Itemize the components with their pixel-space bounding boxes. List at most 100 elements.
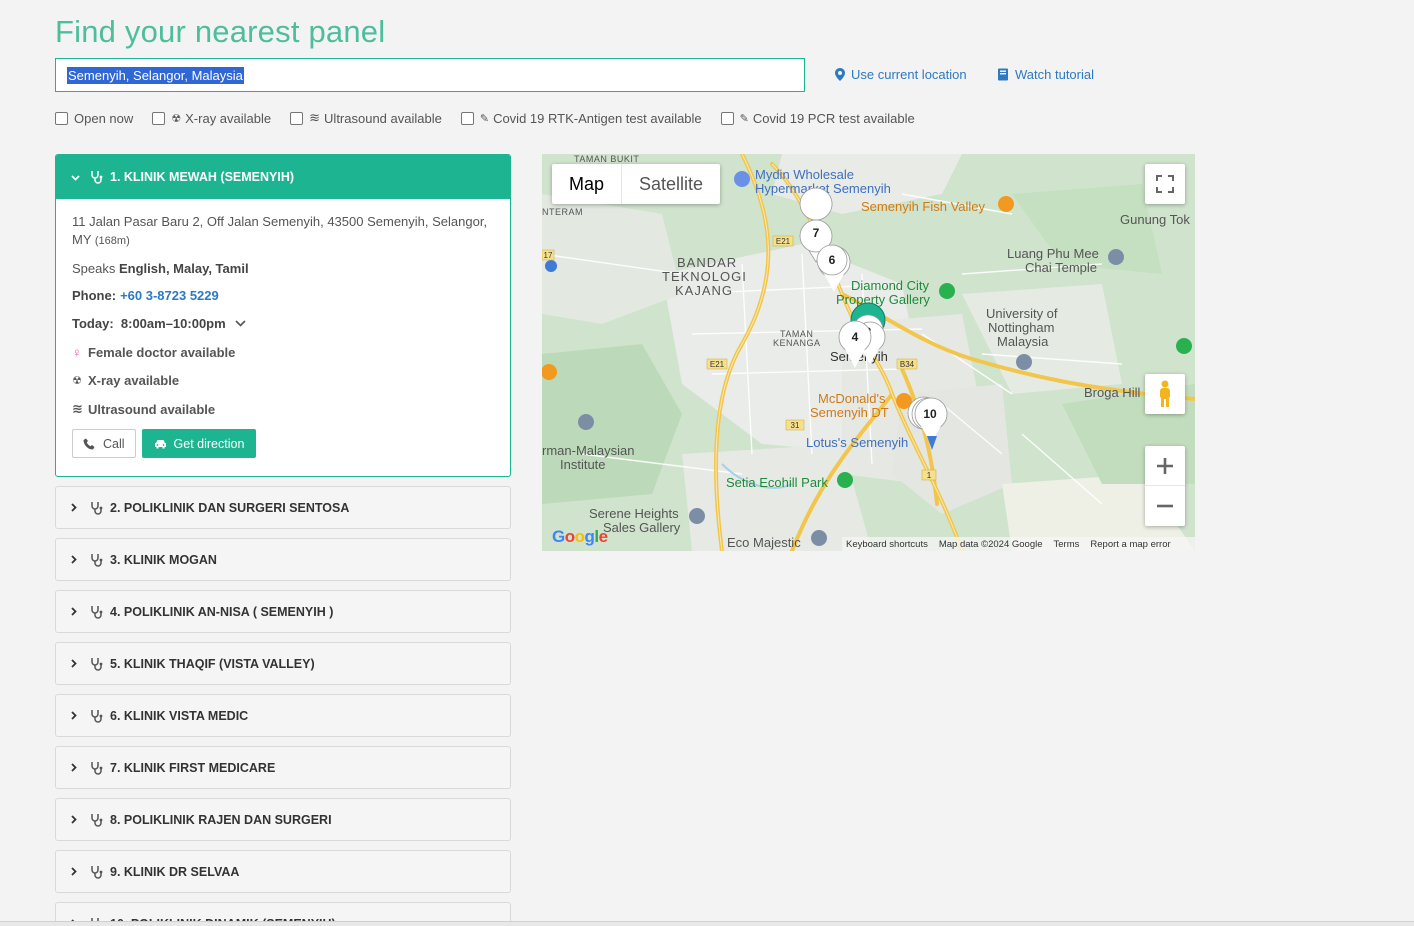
report-map-error-link[interactable]: Report a map error (1090, 539, 1170, 550)
feature-female-doctor: ♀ Female doctor available (72, 345, 494, 360)
map-label: NTERAM (542, 207, 583, 217)
clinic-panel[interactable]: 5. KLINIK THAQIF (VISTA VALLEY) (55, 642, 511, 685)
clinic-panel-header[interactable]: 1. KLINIK MEWAH (SEMENYIH) (56, 155, 510, 199)
chevron-down-icon[interactable] (235, 320, 246, 327)
map-label: Luang Phu Mee (1007, 246, 1099, 261)
page-title: Find your nearest panel (55, 14, 386, 49)
road-label: E21 (710, 360, 725, 369)
map-label: TAMAN BUKIT (574, 154, 639, 164)
car-icon (154, 439, 166, 448)
clinic-panel[interactable]: 3. KLINIK MOGAN (55, 538, 511, 581)
phone-label: Phone: (72, 288, 117, 303)
clinic-name: 9. KLINIK DR SELVAA (110, 864, 240, 879)
clinic-details: 11 Jalan Pasar Baru 2, Off Jalan Semenyi… (56, 199, 510, 458)
clinic-name: 3. KLINIK MOGAN (110, 552, 217, 567)
gallery-poi-icon (689, 508, 705, 524)
stethoscope-icon (89, 709, 103, 723)
clinic-actions: Call Get direction (72, 429, 494, 458)
map-marker-label: 7 (813, 226, 820, 240)
restaurant-poi-icon (998, 196, 1014, 212)
filter-rtk-antigen[interactable]: ✎ Covid 19 RTK-Antigen test available (460, 111, 702, 126)
map-canvas[interactable]: E21 E21 B34 31 1 17 TAMAN BUKIT Mydin Wh… (542, 154, 1195, 551)
map-footer: Keyboard shortcuts Map data ©2024 Google… (842, 537, 1195, 551)
feature-ultrasound: ≋ Ultrasound available (72, 401, 494, 417)
map-label: Lotus's Semenyih (806, 435, 908, 450)
phone-row: Phone: +60 3-8723 5229 (72, 288, 494, 303)
fullscreen-button[interactable] (1145, 164, 1185, 204)
filter-open-now[interactable]: Open now (55, 111, 133, 126)
filter-xray[interactable]: ☢ X-ray available (152, 111, 271, 126)
map-data-attribution: Map data ©2024 Google (938, 538, 1043, 550)
stethoscope-icon (89, 813, 103, 827)
clinic-panel[interactable]: 4. POLIKLINIK AN-NISA ( SEMENYIH ) (55, 590, 511, 633)
filter-ultrasound[interactable]: ≋ Ultrasound available (290, 110, 442, 126)
clinic-panel[interactable]: 8. POLIKLINIK RAJEN DAN SURGERI (55, 798, 511, 841)
languages-value: English, Malay, Tamil (119, 261, 249, 276)
clinic-panel[interactable]: 6. KLINIK VISTA MEDIC (55, 694, 511, 737)
clinic-name: 6. KLINIK VISTA MEDIC (110, 708, 249, 723)
chevron-right-icon (71, 501, 79, 515)
horizontal-scrollbar[interactable] (0, 921, 1414, 926)
clinic-list: 1. KLINIK MEWAH (SEMENYIH) 11 Jalan Pasa… (55, 154, 511, 926)
phone-link[interactable]: +60 3-8723 5229 (120, 288, 219, 303)
feature-label: Female doctor available (88, 345, 236, 360)
ultrasound-checkbox[interactable] (290, 111, 304, 125)
test-tube-icon: ✎ (739, 112, 749, 125)
search-input[interactable]: Semenyih, Selangor, Malaysia (55, 58, 805, 92)
test-tube-icon: ✎ (479, 112, 490, 125)
feature-xray: ☢ X-ray available (72, 373, 494, 388)
map-label: Institute (560, 457, 606, 472)
chevron-right-icon (71, 709, 79, 723)
filter-label: Open now (74, 110, 134, 126)
stethoscope-icon (89, 170, 103, 184)
rtk-antigen-checkbox[interactable] (460, 111, 474, 125)
phone-icon (83, 438, 95, 449)
pcr-checkbox[interactable] (720, 111, 734, 125)
watch-tutorial-label: Watch tutorial (1015, 67, 1094, 82)
map-type-satellite-button[interactable]: Satellite (622, 164, 720, 204)
today-hours: 8:00am–10:00pm (120, 316, 226, 331)
use-current-location-link[interactable]: Use current location (835, 67, 967, 82)
filter-label: Ultrasound available (324, 110, 442, 126)
stethoscope-icon (89, 501, 103, 515)
road-label: 1 (927, 471, 932, 480)
stethoscope-icon (89, 761, 103, 775)
chevron-right-icon (71, 761, 79, 775)
watch-tutorial-link[interactable]: Watch tutorial (997, 67, 1094, 82)
chevron-right-icon (71, 553, 79, 567)
shopping-poi-icon (734, 171, 750, 187)
terms-link[interactable]: Terms (1054, 539, 1080, 550)
get-direction-label: Get direction (173, 436, 245, 451)
xray-checkbox[interactable] (152, 111, 166, 125)
clinic-panel[interactable]: 7. KLINIK FIRST MEDICARE (55, 746, 511, 789)
chevron-down-icon (71, 170, 80, 184)
clinic-panel[interactable]: 9. KLINIK DR SELVAA (55, 850, 511, 893)
call-button[interactable]: Call (72, 429, 136, 458)
get-direction-button[interactable]: Get direction (141, 429, 257, 458)
clinic-name: 2. POLIKLINIK DAN SURGERI SENTOSA (110, 500, 350, 515)
google-logo: Google (552, 527, 608, 546)
zoom-control (1145, 446, 1185, 526)
map-marker: 6 (816, 244, 848, 276)
clinic-panel-expanded: 1. KLINIK MEWAH (SEMENYIH) 11 Jalan Pasa… (55, 154, 511, 477)
street-view-pegman-button[interactable] (1145, 374, 1185, 414)
chevron-right-icon (71, 657, 79, 671)
use-current-location-label: Use current location (851, 67, 967, 82)
today-label: Today: (72, 316, 114, 331)
map-label: TEKNOLOGI (662, 269, 747, 284)
map-label: Eco Majestic (727, 535, 801, 550)
clinic-panel[interactable]: 2. POLIKLINIK DAN SURGERI SENTOSA (55, 486, 511, 529)
park-poi-icon (837, 472, 853, 488)
map-type-map-button[interactable]: Map (552, 164, 623, 204)
filter-pcr[interactable]: ✎ Covid 19 PCR test available (720, 111, 915, 126)
open-now-checkbox[interactable] (55, 111, 68, 125)
plus-icon (1157, 457, 1173, 474)
temple-poi-icon (1108, 249, 1124, 265)
hours-row[interactable]: Today: 8:00am–10:00pm (72, 316, 494, 331)
wave-icon: ≋ (309, 110, 321, 125)
zoom-in-button[interactable] (1145, 446, 1185, 486)
feature-label: X-ray available (88, 373, 180, 388)
zoom-out-button[interactable] (1145, 486, 1185, 526)
map-view[interactable]: E21 E21 B34 31 1 17 TAMAN BUKIT Mydin Wh… (542, 154, 1195, 551)
keyboard-shortcuts-link[interactable]: Keyboard shortcuts (846, 539, 928, 550)
